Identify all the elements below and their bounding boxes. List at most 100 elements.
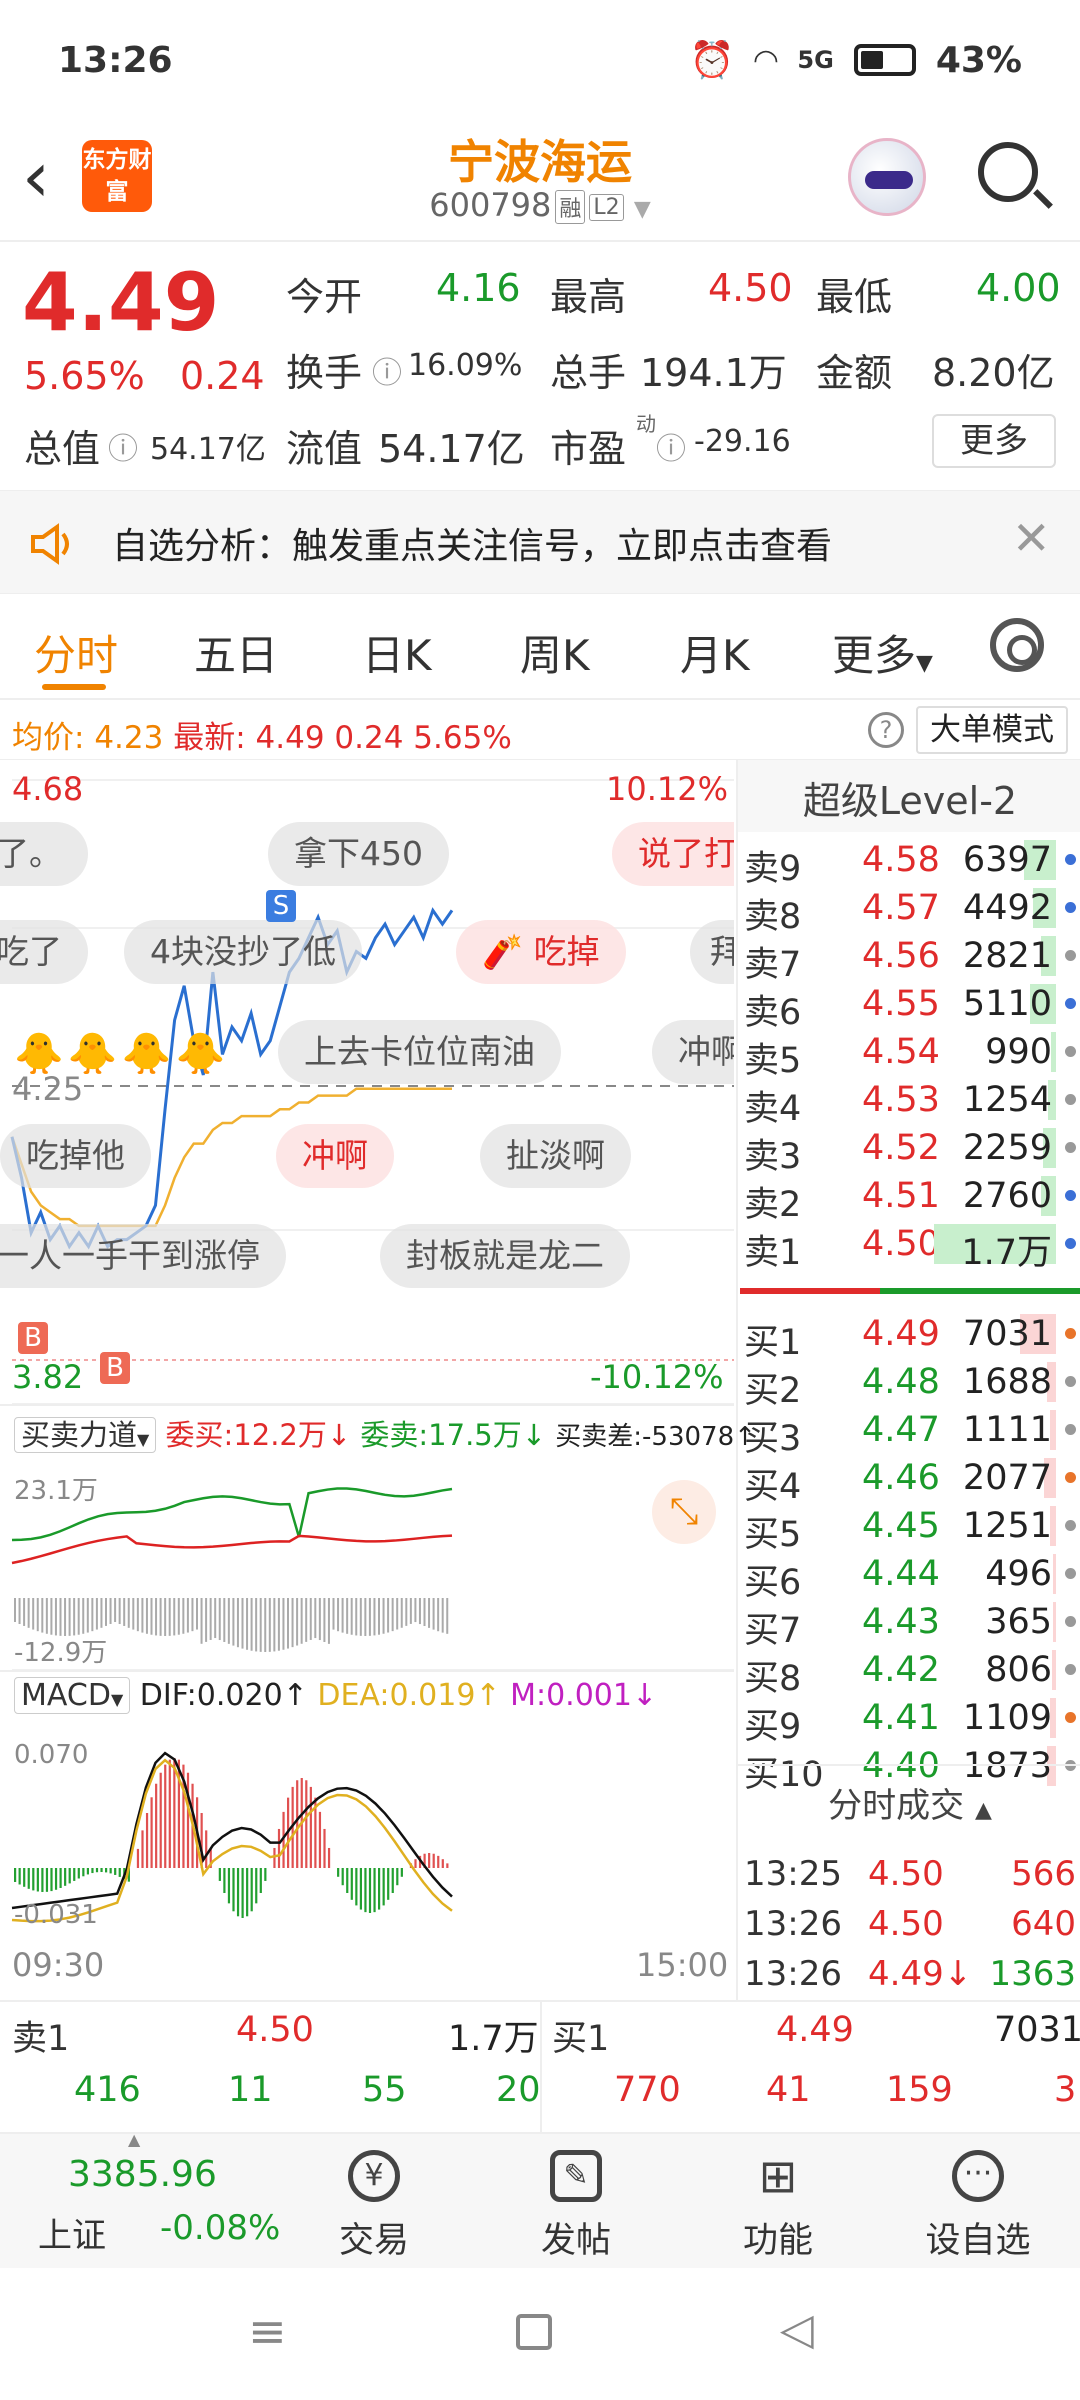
info-icon[interactable]: ⓘ <box>656 424 686 468</box>
tab-five-day[interactable]: 五日 <box>194 622 278 683</box>
expand-icon[interactable]: ⤡ <box>652 1480 716 1544</box>
bid-row[interactable]: 买3 4.47 1111 <box>738 1406 1080 1459</box>
flow-bar <box>264 1598 267 1652</box>
buy-marker[interactable]: B <box>18 1322 48 1354</box>
bid-row[interactable]: 买7 4.43 365 <box>738 1598 1080 1651</box>
flow-bar <box>50 1598 53 1635</box>
comment-bubble[interactable]: 冲啊 <box>652 1020 734 1084</box>
macd-bar <box>186 1772 190 1868</box>
level-price: 4.58 <box>862 840 940 880</box>
nav-trade[interactable]: ¥ 交易 <box>274 2134 474 2268</box>
comment-bubble[interactable]: 拿下450 <box>268 822 449 886</box>
macd-selector[interactable]: MACD▼ <box>14 1677 131 1714</box>
menu-icon[interactable]: ≡ <box>248 2304 287 2358</box>
ask-row[interactable]: 卖2 4.51 2760 <box>738 1172 1080 1225</box>
help-icon[interactable]: ? <box>868 712 904 748</box>
comment-bubble[interactable]: 4块没抄了低 <box>124 920 362 984</box>
macd-bar <box>250 1868 253 1912</box>
ticks-title[interactable]: 分时成交 ▲ <box>738 1778 1080 1827</box>
status-dot-icon <box>1065 1328 1076 1339</box>
comment-bubble[interactable]: 冲啊 <box>276 1124 394 1188</box>
flow-bar <box>232 1598 235 1646</box>
comment-bubble[interactable]: 吃掉他 <box>0 1124 151 1188</box>
intraday-chart[interactable]: 4.68 10.12% 4.25 3.82 -10.12% 了。 拿下450 说… <box>0 760 756 2000</box>
back-nav-icon[interactable]: ◁ <box>780 2304 814 2355</box>
tab-more[interactable]: 更多▼ <box>832 622 933 683</box>
bubble-text: 吃掉 <box>533 932 600 971</box>
ask-row[interactable]: 卖5 4.54 990 <box>738 1028 1080 1081</box>
flow-selector[interactable]: 买卖力道▼ <box>14 1417 157 1453</box>
ask-row[interactable]: 卖1 4.50 1.7万 <box>738 1220 1080 1273</box>
close-icon[interactable]: ✕ <box>1012 511 1051 565</box>
tab-daily-k[interactable]: 日K <box>362 622 432 683</box>
macd-bar <box>86 1868 89 1875</box>
big-order-mode-button[interactable]: 大单模式 <box>916 706 1068 754</box>
comment-bubble[interactable]: 说了打 <box>612 822 734 886</box>
macd-bar <box>396 1868 399 1886</box>
nav-add-watch[interactable]: ··· 设自选 <box>878 2134 1078 2268</box>
comment-bubble[interactable]: 🧨 吃掉 <box>456 920 626 984</box>
info-icon[interactable]: ⓘ <box>108 424 138 468</box>
nav-post[interactable]: ✎ 发帖 <box>476 2134 676 2268</box>
flow-bar <box>23 1598 26 1626</box>
bid-row[interactable]: 买6 4.44 496 <box>738 1550 1080 1603</box>
bid-row[interactable]: 买5 4.45 1251 <box>738 1502 1080 1555</box>
level-volume: 7031 <box>962 1314 1052 1354</box>
macd-bar <box>241 1868 244 1918</box>
comment-bubble[interactable]: 封板就是龙二 <box>380 1224 630 1288</box>
macd-bar <box>95 1868 99 1873</box>
search-icon[interactable] <box>978 142 1038 202</box>
index-ticker[interactable]: ▲ 3385.96 上证 -0.08% <box>0 2130 280 2268</box>
settings-gear-icon[interactable] <box>990 618 1044 672</box>
ask-row[interactable]: 卖7 4.56 2821 <box>738 932 1080 985</box>
ask-row[interactable]: 卖4 4.53 1254 <box>738 1076 1080 1129</box>
status-bar: 13:26 ⏰ ◠ 5G 43% <box>0 0 1080 120</box>
buy-marker[interactable]: B <box>100 1352 130 1384</box>
macd-bar <box>155 1783 158 1868</box>
info-icon[interactable]: ⓘ <box>372 348 402 392</box>
sum-ask-vol: 1.7万 <box>448 2019 539 2059</box>
level-volume: 1109 <box>962 1698 1052 1738</box>
level2-title[interactable]: 超级Level-2 <box>738 770 1080 825</box>
flow-bar <box>296 1598 299 1646</box>
bid-row[interactable]: 买4 4.46 2077 <box>738 1454 1080 1507</box>
alert-banner[interactable]: 自选分析：触发重点关注信号，立即点击查看 ✕ <box>0 490 1080 594</box>
mktcap-label: 总值 <box>24 427 101 471</box>
emoji-reactions[interactable]: 🐥🐥🐥🐥 <box>14 1030 229 1077</box>
more-button[interactable]: 更多 <box>932 414 1056 468</box>
ask-row[interactable]: 卖8 4.57 4492 <box>738 884 1080 937</box>
macd-bar <box>32 1868 35 1891</box>
flow-bar <box>250 1598 253 1651</box>
comment-bubble[interactable]: 吃了 <box>0 920 88 984</box>
flow-bar <box>173 1598 176 1636</box>
comment-bubble[interactable]: 了。 <box>0 822 88 886</box>
ask-row[interactable]: 卖9 4.58 6397 <box>738 836 1080 889</box>
volume-label: 总手 <box>550 351 627 395</box>
sell-marker[interactable]: S <box>266 890 296 922</box>
comment-bubble[interactable]: 一人一手干到涨停 <box>0 1224 286 1288</box>
flow-bar <box>391 1598 394 1632</box>
comment-bubble[interactable]: 扯淡啊 <box>480 1124 631 1188</box>
level-volume: 1688 <box>962 1362 1052 1402</box>
robot-assistant-icon[interactable] <box>848 138 926 216</box>
signal-icon: 5G <box>797 46 834 74</box>
nav-functions[interactable]: ⊞ 功能 <box>678 2134 878 2268</box>
bid-row[interactable]: 买8 4.42 806 <box>738 1646 1080 1699</box>
macd-bar <box>428 1853 431 1868</box>
tab-intraday[interactable]: 分时 <box>34 622 118 683</box>
bid-row[interactable]: 买9 4.41 1109 <box>738 1694 1080 1747</box>
home-icon[interactable] <box>516 2314 552 2350</box>
macd-bar <box>205 1830 208 1868</box>
change-percent: 5.65% <box>24 354 145 398</box>
macd-bar <box>68 1868 71 1884</box>
ask-row[interactable]: 卖3 4.52 2259 <box>738 1124 1080 1177</box>
float-value: 54.17亿 <box>378 427 525 471</box>
ask-row[interactable]: 卖6 4.55 5110 <box>738 980 1080 1033</box>
macd-bar <box>91 1868 94 1874</box>
tab-weekly-k[interactable]: 周K <box>520 622 590 683</box>
bid-row[interactable]: 买1 4.49 7031 <box>738 1310 1080 1363</box>
comment-bubble[interactable]: 上去卡位位南油 <box>278 1020 561 1084</box>
bid-row[interactable]: 买2 4.48 1688 <box>738 1358 1080 1411</box>
tab-monthly-k[interactable]: 月K <box>680 622 750 683</box>
float-label: 流值 <box>286 427 363 471</box>
